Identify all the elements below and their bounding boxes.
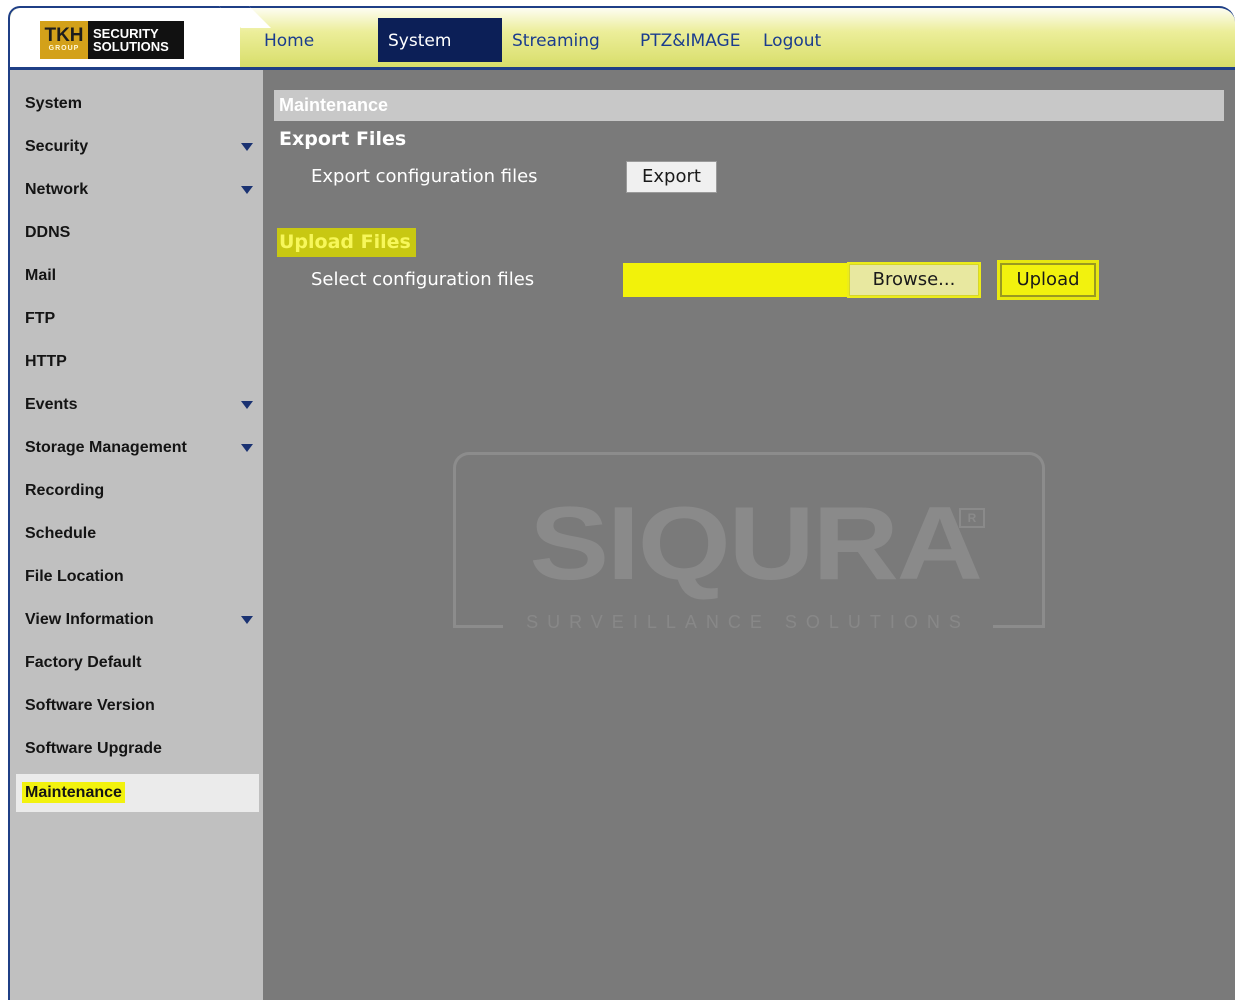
sidebar-item-events[interactable]: Events	[16, 387, 259, 423]
logo-brand-short: TKH	[44, 25, 84, 46]
logo-mark: TKH GROUP	[40, 21, 88, 59]
brand-logo: TKH GROUP SECURITY SOLUTIONS	[40, 21, 184, 59]
sidebar-item-label: Software Version	[25, 697, 155, 714]
expand-arrow-icon[interactable]	[241, 444, 253, 452]
logo-brand-group: GROUP	[48, 45, 80, 52]
sidebar-item-label: Network	[25, 181, 89, 198]
export-config-label: Export configuration files	[311, 166, 538, 187]
sidebar-item-mail[interactable]: Mail	[16, 258, 259, 294]
logo-wordmark: SECURITY SOLUTIONS	[88, 21, 184, 59]
sidebar-item-label: Mail	[25, 267, 57, 284]
sidebar-item-software-upgrade[interactable]: Software Upgrade	[16, 731, 259, 767]
sidebar-item-network[interactable]: Network	[16, 172, 259, 208]
watermark-logo: SIQURA	[529, 486, 983, 602]
tab-home[interactable]: Home	[264, 18, 314, 62]
sidebar-item-factory-default[interactable]: Factory Default	[16, 645, 259, 681]
tab-ptz-image[interactable]: PTZ&IMAGE	[640, 18, 740, 62]
browse-button[interactable]: Browse...	[849, 264, 979, 296]
sidebar-item-label: System	[25, 95, 82, 112]
sidebar: System Security Network DDNS Mail FTP HT…	[8, 70, 263, 1000]
sidebar-item-security[interactable]: Security	[16, 129, 259, 165]
logo-area: TKH GROUP SECURITY SOLUTIONS	[10, 8, 240, 67]
sidebar-item-label: DDNS	[25, 224, 71, 241]
top-navigation-bar: TKH GROUP SECURITY SOLUTIONS	[8, 6, 1235, 70]
page-title: Maintenance	[274, 90, 1224, 121]
sidebar-item-label: Storage Management	[25, 439, 187, 456]
sidebar-item-storage-management[interactable]: Storage Management	[16, 430, 259, 466]
upload-section-title: Upload Files	[277, 228, 416, 257]
sidebar-item-recording[interactable]: Recording	[16, 473, 259, 509]
logo-line-2: SOLUTIONS	[93, 39, 169, 54]
expand-arrow-icon[interactable]	[241, 401, 253, 409]
tab-streaming[interactable]: Streaming	[512, 18, 600, 62]
export-section-title: Export Files	[279, 128, 407, 150]
sidebar-item-label: FTP	[25, 310, 56, 327]
expand-arrow-icon[interactable]	[241, 143, 253, 151]
sidebar-item-ddns[interactable]: DDNS	[16, 215, 259, 251]
sidebar-item-label: File Location	[25, 568, 124, 585]
sidebar-item-software-version[interactable]: Software Version	[16, 688, 259, 724]
sidebar-item-label: Factory Default	[25, 654, 142, 671]
sidebar-item-http[interactable]: HTTP	[16, 344, 259, 380]
sidebar-item-label: View Information	[25, 611, 154, 628]
sidebar-item-schedule[interactable]: Schedule	[16, 516, 259, 552]
watermark-tagline: SURVEILLANCE SOLUTIONS	[503, 612, 993, 633]
sidebar-item-label: Events	[25, 396, 78, 413]
sidebar-item-label: Security	[25, 138, 89, 155]
sidebar-item-label: Maintenance	[22, 782, 125, 803]
main-content: SIQURA R SURVEILLANCE SOLUTIONS Maintena…	[263, 70, 1235, 1000]
expand-arrow-icon[interactable]	[241, 616, 253, 624]
sidebar-item-ftp[interactable]: FTP	[16, 301, 259, 337]
registered-mark: R	[959, 508, 985, 528]
select-config-label: Select configuration files	[311, 269, 535, 290]
file-path-input[interactable]	[623, 263, 849, 297]
tab-logout[interactable]: Logout	[763, 18, 821, 62]
sidebar-item-label: Recording	[25, 482, 105, 499]
expand-arrow-icon[interactable]	[241, 186, 253, 194]
sidebar-item-maintenance[interactable]: Maintenance	[16, 774, 259, 812]
export-button[interactable]: Export	[626, 161, 717, 193]
tab-system[interactable]: System	[378, 18, 502, 62]
sidebar-item-label: Software Upgrade	[25, 740, 162, 757]
sidebar-item-label: Schedule	[25, 525, 97, 542]
sidebar-item-system[interactable]: System	[16, 86, 259, 122]
sidebar-item-file-location[interactable]: File Location	[16, 559, 259, 595]
upload-button[interactable]: Upload	[1000, 263, 1096, 297]
sidebar-item-label: HTTP	[25, 353, 67, 370]
sidebar-item-view-information[interactable]: View Information	[16, 602, 259, 638]
